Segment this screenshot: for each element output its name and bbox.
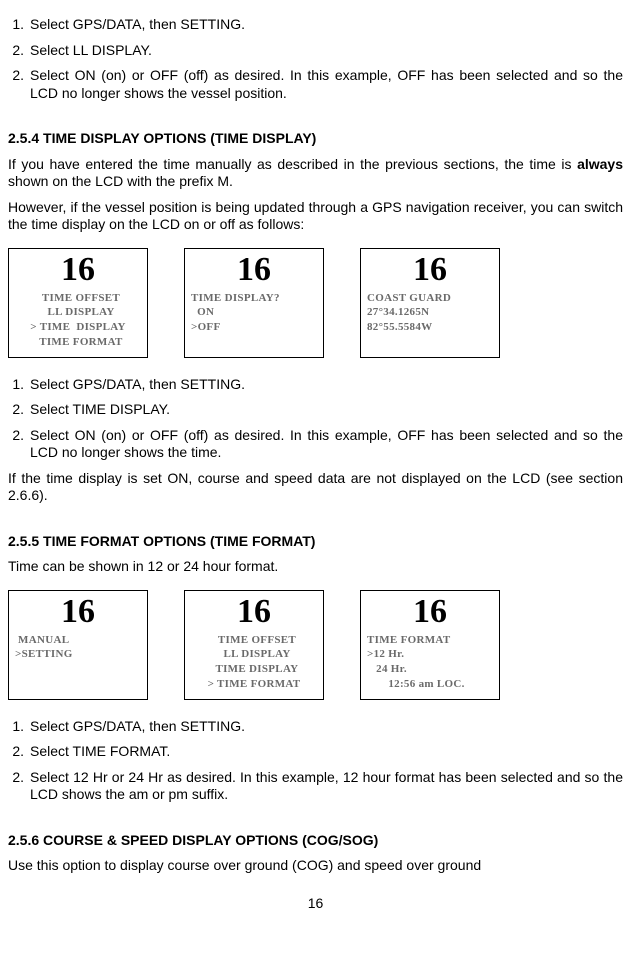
step-item: 1. Select GPS/DATA, then SETTING. [8, 16, 623, 34]
lcd-line: >SETTING [15, 647, 141, 662]
lcd-channel: 16 [367, 595, 493, 629]
step-num: 2. [8, 427, 30, 462]
lcd-line: 12:56 am LOC. [367, 677, 493, 692]
step-num: 1. [8, 16, 30, 34]
paragraph: However, if the vessel position is being… [8, 199, 623, 234]
paragraph: If the time display is set ON, course an… [8, 470, 623, 505]
step-item: 1. Select GPS/DATA, then SETTING. [8, 718, 623, 736]
step-num: 1. [8, 718, 30, 736]
step-num: 2. [8, 401, 30, 419]
steps-group-255: 1. Select GPS/DATA, then SETTING. 2. Sel… [8, 718, 623, 804]
steps-group-254: 1. Select GPS/DATA, then SETTING. 2. Sel… [8, 376, 623, 462]
step-text: Select ON (on) or OFF (off) as desired. … [30, 67, 623, 102]
step-text: Select GPS/DATA, then SETTING. [30, 16, 623, 34]
lcd-channel: 16 [191, 595, 317, 629]
lcd-screen: 16 COAST GUARD 27°34.1265N 82°55.5584W [360, 248, 500, 358]
step-text: Select 12 Hr or 24 Hr as desired. In thi… [30, 769, 623, 804]
lcd-line: TIME FORMAT [15, 335, 141, 350]
lcd-screen: 16 TIME DISPLAY? ON >OFF [184, 248, 324, 358]
step-num: 2. [8, 769, 30, 804]
steps-group-a: 1. Select GPS/DATA, then SETTING. 2. Sel… [8, 16, 623, 102]
step-item: 2. Select ON (on) or OFF (off) as desire… [8, 427, 623, 462]
lcd-line: > TIME FORMAT [191, 677, 317, 692]
text-run: If you have entered the time manually as… [8, 156, 577, 172]
step-text: Select TIME DISPLAY. [30, 401, 623, 419]
step-item: 2. Select LL DISPLAY. [8, 42, 623, 60]
step-text: Select TIME FORMAT. [30, 743, 623, 761]
step-item: 2. Select 12 Hr or 24 Hr as desired. In … [8, 769, 623, 804]
lcd-line: >12 Hr. [367, 647, 493, 662]
lcd-line: 24 Hr. [367, 662, 493, 677]
lcd-channel: 16 [367, 253, 493, 287]
lcd-screen: 16 TIME OFFSET LL DISPLAY > TIME DISPLAY… [8, 248, 148, 358]
section-heading-255: 2.5.5 TIME FORMAT OPTIONS (TIME FORMAT) [8, 533, 623, 551]
step-num: 2. [8, 42, 30, 60]
step-item: 2. Select ON (on) or OFF (off) as desire… [8, 67, 623, 102]
paragraph: Use this option to display course over g… [8, 857, 623, 875]
lcd-row-255: 16 MANUAL >SETTING 16 TIME OFFSET LL DIS… [8, 590, 623, 700]
lcd-channel: 16 [191, 253, 317, 287]
lcd-line: TIME DISPLAY [191, 662, 317, 677]
lcd-line: TIME OFFSET [15, 291, 141, 306]
step-num: 2. [8, 67, 30, 102]
lcd-channel: 16 [15, 253, 141, 287]
lcd-line: TIME DISPLAY? [191, 291, 317, 306]
step-num: 1. [8, 376, 30, 394]
paragraph: If you have entered the time manually as… [8, 156, 623, 191]
section-heading-256: 2.5.6 COURSE & SPEED DISPLAY OPTIONS (CO… [8, 832, 623, 850]
step-item: 2. Select TIME FORMAT. [8, 743, 623, 761]
step-item: 1. Select GPS/DATA, then SETTING. [8, 376, 623, 394]
step-text: Select GPS/DATA, then SETTING. [30, 376, 623, 394]
lcd-line: ON [191, 305, 317, 320]
lcd-line: >OFF [191, 320, 317, 335]
paragraph: Time can be shown in 12 or 24 hour forma… [8, 558, 623, 576]
text-run: shown on the LCD with the prefix M. [8, 173, 233, 189]
lcd-line: TIME FORMAT [367, 633, 493, 648]
step-num: 2. [8, 743, 30, 761]
lcd-line: COAST GUARD [367, 291, 493, 306]
step-text: Select ON (on) or OFF (off) as desired. … [30, 427, 623, 462]
lcd-line: MANUAL [15, 633, 141, 648]
step-text: Select GPS/DATA, then SETTING. [30, 718, 623, 736]
lcd-channel: 16 [15, 595, 141, 629]
step-item: 2. Select TIME DISPLAY. [8, 401, 623, 419]
section-heading-254: 2.5.4 TIME DISPLAY OPTIONS (TIME DISPLAY… [8, 130, 623, 148]
lcd-line: > TIME DISPLAY [15, 320, 141, 335]
text-always: always [577, 156, 623, 172]
lcd-line: LL DISPLAY [191, 647, 317, 662]
lcd-line: TIME OFFSET [191, 633, 317, 648]
lcd-screen: 16 TIME OFFSET LL DISPLAY TIME DISPLAY >… [184, 590, 324, 700]
page-number: 16 [8, 895, 623, 913]
lcd-row-254: 16 TIME OFFSET LL DISPLAY > TIME DISPLAY… [8, 248, 623, 358]
lcd-line: 82°55.5584W [367, 320, 493, 335]
step-text: Select LL DISPLAY. [30, 42, 623, 60]
lcd-line: LL DISPLAY [15, 305, 141, 320]
lcd-screen: 16 MANUAL >SETTING [8, 590, 148, 700]
lcd-line: 27°34.1265N [367, 305, 493, 320]
lcd-screen: 16 TIME FORMAT >12 Hr. 24 Hr. 12:56 am L… [360, 590, 500, 700]
